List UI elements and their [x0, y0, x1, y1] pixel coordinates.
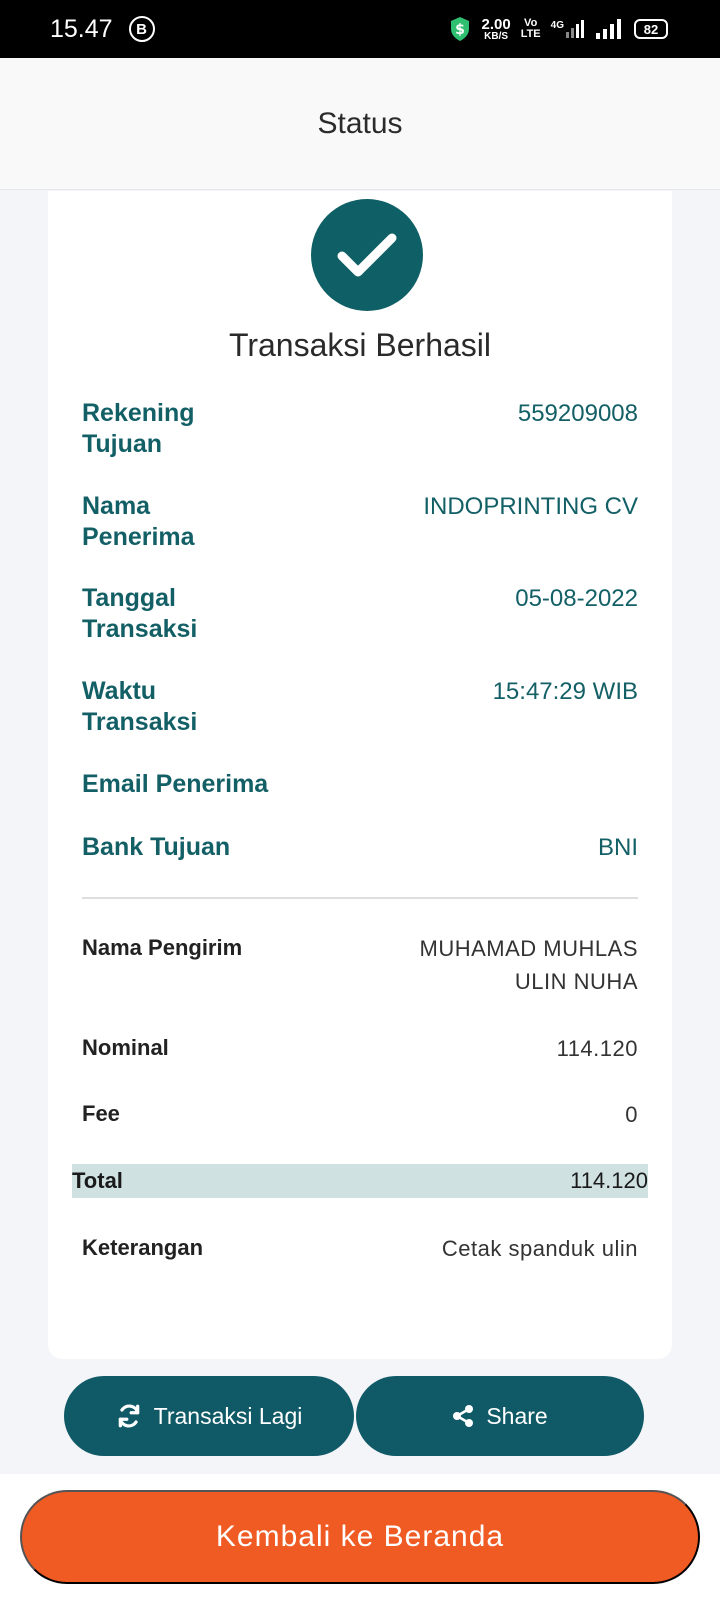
signal-4g-icon: 4G — [551, 20, 586, 38]
row-total: Total 114.120 — [72, 1164, 648, 1198]
total-value: 114.120 — [570, 1168, 648, 1193]
dollar-shield-icon: $ — [451, 17, 470, 41]
receipt-card: Transaksi Berhasil Rekening Tujuan 55920… — [48, 191, 672, 1359]
success-badge — [311, 199, 423, 311]
nominal-value: 114.120 — [556, 1036, 638, 1061]
status-bar: 15.47 B $ 2.00 KB/S Vo LTE 4G 82 — [0, 0, 720, 58]
date-value: 05-08-2022 — [515, 585, 638, 612]
note-label: Keterangan — [82, 1235, 204, 1260]
app-header: Status — [0, 58, 720, 190]
bank-label: Bank Tujuan — [82, 833, 231, 861]
row-nominal: Nominal 114.120 — [82, 1032, 638, 1065]
email-label: Email Penerima — [82, 770, 269, 798]
signal-icon — [596, 19, 621, 39]
repeat-transaction-button[interactable]: Transaksi Lagi — [64, 1376, 354, 1456]
svg-text:$: $ — [456, 22, 466, 38]
row-time: Waktu Transaksi 15:47:29 WIB — [82, 676, 638, 738]
time-value: 15:47:29 WIB — [492, 678, 638, 705]
refresh-icon — [118, 1404, 139, 1428]
row-date: Tanggal Transaksi 05-08-2022 — [82, 583, 638, 645]
account-value: 559209008 — [517, 400, 638, 427]
check-icon — [337, 233, 397, 277]
share-icon — [453, 1405, 474, 1427]
row-sender: Nama Pengirim MUHAMAD MUHLAS ULIN NUHA — [82, 932, 638, 998]
account-label: Rekening Tujuan — [82, 399, 195, 458]
total-label: Total — [72, 1168, 123, 1193]
b-app-icon: B — [128, 16, 155, 42]
row-account: Rekening Tujuan 559209008 — [82, 398, 638, 460]
volte-indicator: Vo LTE — [520, 17, 541, 40]
row-note: Keterangan Cetak spanduk ulin — [82, 1232, 638, 1265]
share-button[interactable]: Share — [356, 1376, 644, 1456]
result-title: Transaksi Berhasil — [228, 327, 491, 363]
sender-value: MUHAMAD MUHLAS ULIN NUHA — [419, 936, 638, 994]
date-label: Tanggal Transaksi — [82, 584, 198, 643]
network-speed: 2.00 KB/S — [481, 15, 511, 42]
page-title: Status — [317, 106, 403, 140]
fee-label: Fee — [82, 1101, 120, 1126]
sender-label: Nama Pengirim — [82, 935, 243, 960]
clock: 15.47 — [50, 14, 113, 43]
back-to-home-button[interactable]: Kembali ke Beranda — [20, 1490, 700, 1584]
divider — [82, 897, 638, 899]
row-email: Email Penerima — [82, 769, 638, 800]
time-label: Waktu Transaksi — [82, 677, 198, 736]
bank-value: BNI — [597, 834, 638, 861]
row-fee: Fee 0 — [82, 1098, 638, 1131]
nominal-label: Nominal — [82, 1035, 169, 1060]
share-label: Share — [486, 1402, 548, 1429]
fee-value: 0 — [625, 1102, 638, 1127]
battery-icon: 82 — [634, 19, 668, 39]
row-bank: Bank Tujuan BNI — [82, 832, 638, 863]
note-value: Cetak spanduk ulin — [441, 1236, 638, 1261]
recipient-name-value: INDOPRINTING CV — [423, 493, 638, 520]
recipient-name-label: Nama Penerima — [82, 492, 195, 551]
repeat-transaction-label: Transaksi Lagi — [153, 1402, 303, 1429]
row-recipient-name: Nama Penerima INDOPRINTING CV — [82, 491, 638, 553]
